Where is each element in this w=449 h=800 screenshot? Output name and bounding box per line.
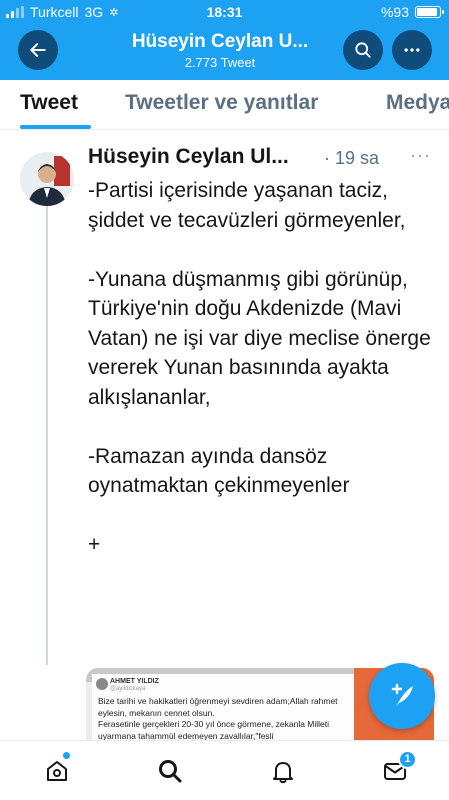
compose-tweet-icon xyxy=(391,683,413,707)
tweet-text: -Partisi içerisinde yaşanan taciz, şidde… xyxy=(88,179,431,556)
active-tab-indicator xyxy=(20,125,91,129)
tweet-timestamp[interactable]: · 19 sa xyxy=(324,148,379,169)
back-button[interactable] xyxy=(18,30,58,70)
more-horizontal-icon xyxy=(404,48,420,52)
media-tweet-text: Bize tarihi ve hakikatleri öğrenmeyi sev… xyxy=(98,696,338,741)
search-icon xyxy=(355,42,371,58)
battery-percent: %93 xyxy=(380,4,409,20)
media-author-name: AHMET YILDIZ xyxy=(110,678,159,685)
media-screenshot-card: AHMET YILDIZ @ayildizkaya Bize tarihi ve… xyxy=(92,674,354,748)
avatar[interactable] xyxy=(20,152,74,206)
media-author-handle: @ayildizkaya xyxy=(110,686,146,692)
thread-line xyxy=(46,205,48,665)
more-options-button[interactable] xyxy=(392,30,432,70)
search-button[interactable] xyxy=(343,30,383,70)
notifications-icon xyxy=(273,762,293,784)
tab-media[interactable]: Medya xyxy=(386,91,449,115)
tweet-author-name[interactable]: Hüseyin Ceylan Ul... xyxy=(88,145,289,169)
battery-icon xyxy=(415,6,444,18)
nav-search[interactable] xyxy=(154,755,186,787)
tweet-count: 2.773 Tweet xyxy=(184,55,256,70)
messages-badge: 1 xyxy=(398,750,417,769)
tab-tweets[interactable]: Tweet xyxy=(20,91,78,115)
home-unread-dot xyxy=(63,752,70,759)
profile-tabs: Tweet Tweetler ve yanıtlar Medya xyxy=(0,80,449,130)
compose-tweet-button[interactable] xyxy=(369,663,435,729)
tweet-header: Hüseyin Ceylan Ul... · 19 sa ··· xyxy=(88,145,433,173)
home-icon xyxy=(47,761,67,781)
media-author-avatar xyxy=(96,678,108,690)
top-app-bar: Turkcell 3G ✲ 18:31 %93 Hüseyin Ceylan U… xyxy=(0,0,449,80)
nav-notifications[interactable] xyxy=(267,755,299,787)
avatar-photo xyxy=(20,152,74,206)
tweet-more-options-icon[interactable]: ··· xyxy=(410,145,431,166)
arrow-left-icon xyxy=(30,43,46,57)
bottom-navigation: 1 xyxy=(0,740,449,800)
search-icon xyxy=(159,760,182,783)
nav-home[interactable] xyxy=(41,755,73,787)
profile-name-title: Hüseyin Ceylan U... xyxy=(131,31,309,52)
tab-tweets-and-replies[interactable]: Tweetler ve yanıtlar xyxy=(125,91,318,115)
battery-level-fill xyxy=(417,8,437,16)
status-right: %93 xyxy=(380,4,444,20)
status-bar: Turkcell 3G ✲ 18:31 %93 xyxy=(0,0,449,24)
